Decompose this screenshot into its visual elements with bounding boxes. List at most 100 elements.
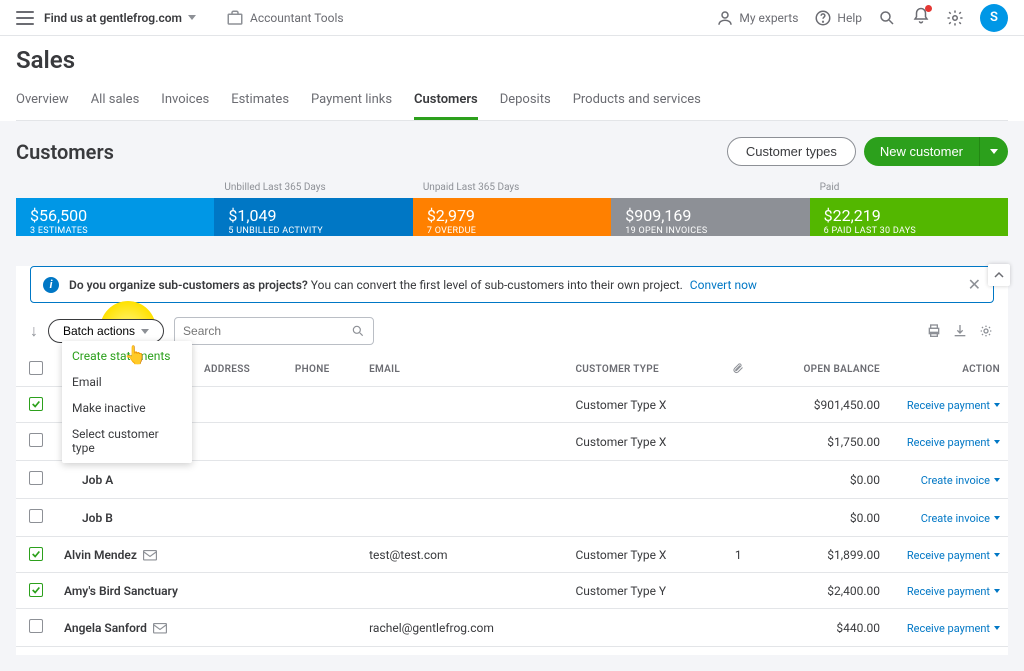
company-switcher[interactable]: Find us at gentlefrog.com — [44, 11, 196, 25]
customer-name-cell[interactable]: Alvin Mendez — [56, 537, 196, 573]
col-address[interactable]: ADDRESS — [196, 353, 287, 387]
print-icon[interactable] — [926, 323, 942, 339]
row-checkbox[interactable] — [29, 471, 43, 485]
cell-attachment — [724, 609, 752, 647]
customer-name-cell[interactable]: Angela Sanford — [56, 609, 196, 647]
cell-action: Create invoice — [888, 461, 1008, 499]
cell-address — [196, 499, 287, 537]
select-all-checkbox[interactable] — [29, 361, 43, 375]
new-customer-button[interactable]: New customer — [864, 137, 979, 166]
row-checkbox[interactable] — [29, 547, 43, 561]
hamburger-icon[interactable] — [16, 11, 34, 25]
batch-menu-item[interactable]: Email — [62, 369, 192, 395]
col-email[interactable]: EMAIL — [361, 353, 567, 387]
notifications-button[interactable] — [912, 7, 930, 29]
col-type[interactable]: CUSTOMER TYPE — [567, 353, 724, 387]
search-input[interactable] — [183, 324, 351, 338]
help-link[interactable]: Help — [814, 9, 862, 27]
search-icon — [351, 324, 365, 338]
batch-menu-item[interactable]: Create statements — [62, 343, 192, 369]
cell-phone — [287, 461, 361, 499]
customer-name-cell[interactable]: Job A — [56, 461, 196, 499]
cell-email: rachel@gentlefrog.com — [361, 609, 567, 647]
new-customer-caret-button[interactable] — [979, 137, 1008, 166]
summary-card[interactable]: Paid$22,2196 PAID LAST 30 DAYS — [810, 182, 1008, 236]
row-action-link[interactable]: Receive payment — [907, 436, 1000, 449]
row-action-link[interactable]: Receive payment — [907, 399, 1000, 412]
scroll-up-button[interactable] — [988, 264, 1010, 286]
table-row: Job B $0.00 Create invoice — [16, 499, 1008, 537]
customer-types-button[interactable]: Customer types — [727, 137, 856, 166]
col-balance[interactable]: OPEN BALANCE — [752, 353, 888, 387]
sort-button[interactable]: ↓ — [30, 321, 38, 341]
page-header: Sales OverviewAll salesInvoicesEstimates… — [0, 36, 1024, 121]
cell-type — [567, 461, 724, 499]
row-action-link[interactable]: Create invoice — [921, 474, 1000, 487]
tab-overview[interactable]: Overview — [16, 84, 69, 120]
summary-card[interactable]: Unbilled Last 365 Days$1,0495 UNBILLED A… — [214, 182, 412, 236]
info-icon: i — [43, 277, 59, 293]
row-checkbox[interactable] — [29, 433, 43, 447]
col-attachment[interactable] — [724, 353, 752, 387]
tab-invoices[interactable]: Invoices — [161, 84, 209, 120]
row-checkbox[interactable] — [29, 583, 43, 597]
customer-name-cell[interactable]: Job B — [56, 499, 196, 537]
cell-type — [567, 499, 724, 537]
tab-all-sales[interactable]: All sales — [91, 84, 140, 120]
card-value: $1,049 — [228, 208, 398, 224]
topbar: Find us at gentlefrog.com Accountant Too… — [0, 0, 1024, 36]
accountant-tools-link[interactable]: Accountant Tools — [226, 9, 344, 27]
card-body: $2,9797 OVERDUE — [413, 198, 611, 236]
cell-address — [196, 573, 287, 609]
col-action: ACTION — [888, 353, 1008, 387]
avatar[interactable]: S — [980, 4, 1008, 32]
cell-phone — [287, 609, 361, 647]
chevron-down-icon — [994, 516, 1000, 520]
row-action-link[interactable]: Receive payment — [907, 549, 1000, 562]
col-phone[interactable]: PHONE — [287, 353, 361, 387]
convert-now-link[interactable]: Convert now — [690, 278, 757, 292]
customer-name-cell[interactable]: Amy's Bird Sanctuary — [56, 573, 196, 609]
summary-card[interactable]: $56,5003 ESTIMATES — [16, 182, 214, 236]
gear-icon[interactable] — [946, 9, 964, 27]
topbar-right: My experts Help S — [716, 4, 1008, 32]
summary-card[interactable]: $909,16919 OPEN INVOICES — [611, 182, 809, 236]
row-checkbox[interactable] — [29, 397, 43, 411]
tab-products-and-services[interactable]: Products and services — [573, 84, 701, 120]
cell-attachment — [724, 499, 752, 537]
tab-payment-links[interactable]: Payment links — [311, 84, 392, 120]
cell-phone — [287, 573, 361, 609]
row-action-link[interactable]: Create invoice — [921, 512, 1000, 525]
tab-estimates[interactable]: Estimates — [231, 84, 289, 120]
batch-menu-item[interactable]: Make inactive — [62, 395, 192, 421]
customers-panel: i Do you organize sub-customers as proje… — [16, 266, 1008, 655]
tab-deposits[interactable]: Deposits — [500, 84, 551, 120]
chevron-down-icon — [994, 626, 1000, 630]
search-icon[interactable] — [878, 9, 896, 27]
chevron-up-icon — [994, 270, 1004, 280]
batch-menu-item[interactable]: Select customer type — [62, 421, 192, 461]
gear-icon[interactable] — [978, 323, 994, 339]
cell-attachment — [724, 423, 752, 461]
summary-card[interactable]: Unpaid Last 365 Days$2,9797 OVERDUE — [413, 182, 611, 236]
cell-balance: $2,400.00 — [752, 573, 888, 609]
cell-action: Receive payment — [888, 609, 1008, 647]
tab-customers[interactable]: Customers — [414, 84, 478, 120]
notification-dot-icon — [925, 5, 932, 12]
row-checkbox[interactable] — [29, 619, 43, 633]
chevron-down-icon — [994, 553, 1000, 557]
person-icon — [716, 9, 734, 27]
mail-icon — [143, 550, 157, 561]
card-body: $56,5003 ESTIMATES — [16, 198, 214, 236]
paperclip-icon — [732, 361, 744, 375]
my-experts-link[interactable]: My experts — [716, 9, 798, 27]
export-icon[interactable] — [952, 323, 968, 339]
row-action-link[interactable]: Receive payment — [907, 585, 1000, 598]
row-action-link[interactable]: Receive payment — [907, 622, 1000, 635]
batch-actions-button[interactable]: Batch actions — [48, 319, 164, 343]
close-icon[interactable]: ✕ — [968, 275, 981, 294]
cell-balance: $0.00 — [752, 499, 888, 537]
card-value: $2,979 — [427, 208, 597, 224]
row-checkbox[interactable] — [29, 509, 43, 523]
cell-address — [196, 387, 287, 423]
